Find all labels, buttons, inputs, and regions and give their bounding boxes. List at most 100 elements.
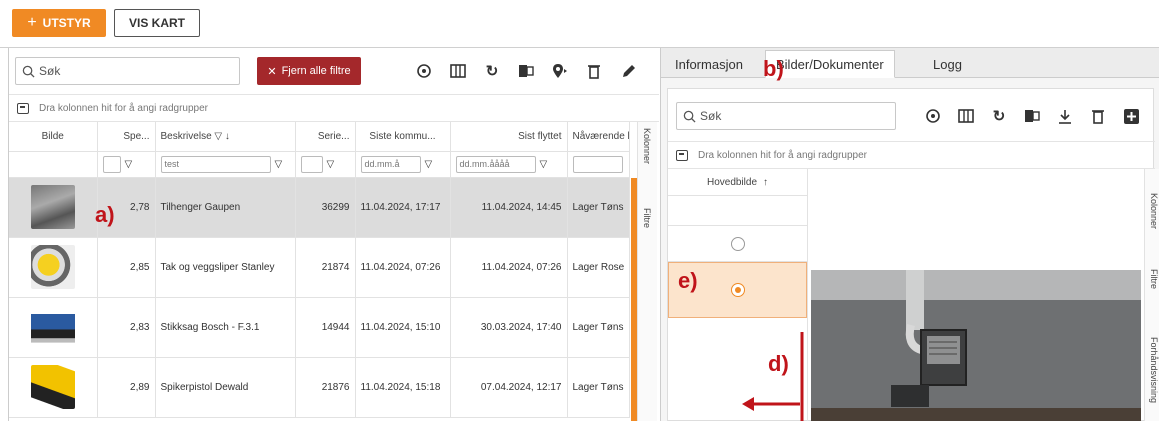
last-comm-cell: 11.04.2024, 07:26 [355,237,451,298]
col-header-description[interactable]: Beskrivelse ▽ ↓ [155,122,296,152]
col-header-last-comm[interactable]: Siste kommu... [355,122,451,152]
show-map-button[interactable]: VIS KART [114,9,200,37]
columns-icon[interactable] [445,58,471,84]
sander-thumbnail [30,245,75,289]
refresh-icon[interactable]: ↻ [479,58,505,84]
filter-icon[interactable]: ▽ [327,159,335,170]
annotation-e: e) [678,268,698,293]
spe-filter-input[interactable] [102,155,121,173]
image-preview [811,270,1141,421]
col-header-last-moved[interactable]: Sist flyttet [450,122,568,152]
filter-cell-description: test ▽ [155,151,296,178]
delete-icon[interactable] [581,58,607,84]
add-equipment-button[interactable]: + UTSTYR [12,9,106,37]
table-row[interactable]: 2,83 Stikksag Bosch - F.3.1 14944 11.04.… [9,297,630,358]
description-cell: Stikksag Bosch - F.3.1 [155,297,296,358]
col-header-description-label: Beskrivelse [160,130,212,142]
last-moved-date-filter[interactable]: dd.mm.åååå [455,155,536,173]
filter-icon[interactable]: ▽ [275,159,283,170]
delete-icon[interactable] [1085,103,1111,129]
nailgun-thumbnail [30,365,75,409]
location-cell: Lager Tøns [567,297,630,358]
thumbnail-cell [9,177,98,238]
col-header-location[interactable]: Nåværende l [567,122,630,152]
filter-cell-last-comm: dd.mm.å ▽ [355,151,451,178]
col-header-serial[interactable]: Serie... [295,122,356,152]
col-header-image[interactable]: Bilde [9,122,98,152]
filter-cell-location [567,151,630,178]
columns-panel-toggle[interactable]: Kolonner [642,128,652,164]
group-by-hint[interactable]: Dra kolonnen hit for å angi radgrupper [668,141,1155,169]
table-row[interactable]: 2,85 Tak og veggsliper Stanley 21874 11.… [9,237,630,298]
annotation-arrow [742,332,804,421]
history-icon[interactable] [411,58,437,84]
serial-cell: 36299 [295,177,356,238]
group-icon [17,102,29,114]
tab-log[interactable]: Logg [923,50,972,78]
thumbnail-cell [9,357,98,418]
preview-panel-toggle[interactable]: Forhåndsvisning [1149,337,1159,403]
plus-icon: + [27,14,37,31]
clear-filters-button[interactable]: ✕ Fjern alle filtre [257,57,361,85]
history-icon[interactable] [920,103,946,129]
filter-icon[interactable]: ▽ [540,159,548,170]
tab-images-documents[interactable]: Bilder/Dokumenter [765,50,895,78]
serial-filter-input[interactable] [300,155,323,173]
download-icon[interactable] [1052,103,1078,129]
search-icon [683,110,696,123]
main-image-radio-selected[interactable] [730,283,745,297]
last-moved-cell: 07.04.2024, 12:17 [450,357,568,418]
side-tool-strip: Kolonner Filtre [637,122,657,421]
search-placeholder: Søk [700,109,722,123]
group-icon [676,149,688,161]
location-cell: Lager Tøns [567,177,630,238]
table-row[interactable]: 2,89 Spikerpistol Dewald 21876 11.04.202… [9,357,630,418]
close-icon: ✕ [267,65,277,78]
add-icon[interactable] [1118,103,1144,129]
clear-filters-label: Fjern alle filtre [281,65,351,77]
columns-icon[interactable] [953,103,979,129]
last-moved-cell: 11.04.2024, 07:26 [450,237,568,298]
edit-icon[interactable] [615,58,641,84]
table-filter-row: ▽ test ▽ ▽ dd.mm.å ▽ dd.mm.åååå ▽ [9,151,630,178]
filter-cell-image [9,151,98,178]
equipment-table: Bilde Spe... Beskrivelse ▽ ↓ Serie... Si… [9,122,630,418]
col-header-main-image[interactable]: Hovedbilde ↑ [668,169,807,196]
tab-information[interactable]: Informasjon [665,50,753,78]
columns-panel-toggle[interactable]: Kolonner [1149,193,1159,229]
last-moved-cell: 11.04.2024, 14:45 [450,177,568,238]
filters-panel-toggle[interactable]: Filtre [1149,269,1159,289]
search-placeholder: Søk [39,64,61,78]
sort-ascending-icon: ↑ [763,176,769,188]
side-tool-strip: Kolonner Filtre Forhåndsvisning [1144,169,1159,421]
main-image-radio[interactable] [730,236,745,251]
location-cell: Lager Tøns [567,357,630,418]
location-icon[interactable] [547,58,573,84]
filter-icon[interactable]: ▽ [125,159,133,170]
serial-cell: 21874 [295,237,356,298]
last-comm-cell: 11.04.2024, 15:18 [355,357,451,418]
location-filter-input[interactable] [572,155,623,173]
export-excel-icon[interactable] [1019,103,1045,129]
refresh-icon[interactable]: ↻ [986,103,1012,129]
trailer-photo [811,270,1141,421]
document-search-input[interactable]: Søk [676,102,896,130]
col-header-main-image-label: Hovedbilde [706,176,758,188]
description-cell: Tak og veggsliper Stanley [155,237,296,298]
list-item[interactable] [668,226,807,262]
top-toolbar: + UTSTYR VIS KART [0,0,1159,48]
table-header-row: Bilde Spe... Beskrivelse ▽ ↓ Serie... Si… [9,122,630,152]
export-excel-icon[interactable] [513,58,539,84]
description-filter-input[interactable]: test [160,155,271,173]
filter-sort-icon[interactable]: ▽ ↓ [214,131,229,142]
filter-icon[interactable]: ▽ [425,159,433,170]
filters-panel-toggle[interactable]: Filtre [642,208,652,228]
last-comm-date-filter[interactable]: dd.mm.å [360,155,421,173]
search-input[interactable]: Søk [15,57,240,85]
col-header-spe[interactable]: Spe... [97,122,156,152]
spe-cell: 2,83 [97,297,156,358]
group-by-hint[interactable]: Dra kolonnen hit for å angi radgrupper [9,94,659,122]
description-cell: Tilhenger Gaupen [155,177,296,238]
annotation-a: a) [95,202,115,227]
detail-tabs: Informasjon Bilder/Dokumenter Logg [661,48,1159,78]
